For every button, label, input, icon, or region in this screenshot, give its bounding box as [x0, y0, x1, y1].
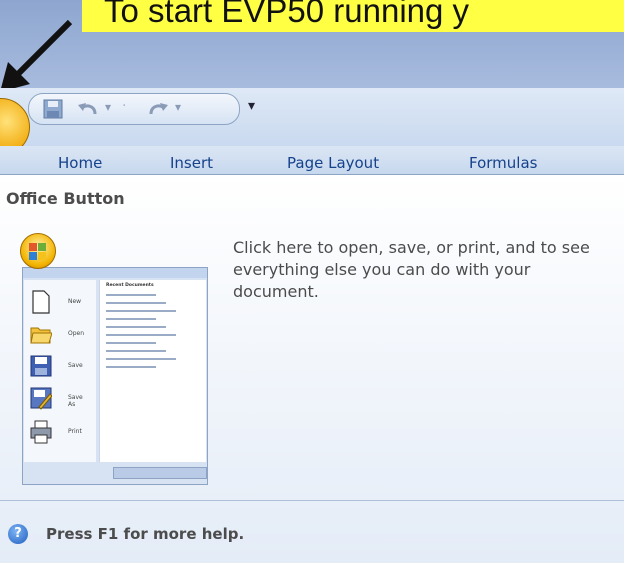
save-icon[interactable]: [43, 99, 63, 119]
preview-menu-label: Save: [68, 362, 83, 369]
preview-recent-item: [106, 342, 156, 344]
redo-dropdown-icon[interactable]: ▾: [175, 100, 181, 114]
tooltip-divider: [0, 500, 624, 501]
preview-recent-item: [106, 326, 166, 328]
tab-home[interactable]: Home: [58, 154, 102, 172]
tooltip-preview-image: New Open Save Save As Print Recent Docum…: [22, 267, 208, 485]
tab-formulas[interactable]: Formulas: [469, 154, 537, 172]
print-icon: [30, 420, 52, 444]
save-as-icon: [30, 387, 52, 410]
undo-icon[interactable]: [77, 100, 99, 118]
preview-menu-label: Save As: [68, 394, 83, 408]
office-logo-icon: [20, 233, 56, 269]
preview-menu-label: New: [68, 298, 82, 305]
undo-dropdown-icon[interactable]: ▾: [105, 100, 111, 114]
preview-recent-header: Recent Documents: [106, 283, 154, 288]
help-icon: ?: [8, 524, 28, 544]
banner-text: To start EVP50 running y: [104, 0, 470, 29]
open-folder-icon: [30, 327, 52, 344]
preview-recent-item: [106, 302, 166, 304]
tab-insert[interactable]: Insert: [170, 154, 213, 172]
tab-page-layout[interactable]: Page Layout: [287, 154, 379, 172]
preview-recent-item: [106, 366, 156, 368]
preview-recent-item: [106, 318, 156, 320]
preview-menu-column: New Open Save Save As Print: [24, 280, 96, 462]
preview-menu-item: Print: [30, 420, 90, 448]
preview-menu-item: Save As: [30, 386, 90, 414]
quick-access-group: ▾ · ▾: [28, 93, 240, 125]
tooltip-description: Click here to open, save, or print, and …: [233, 238, 590, 301]
preview-menu-label: Print: [68, 428, 82, 435]
preview-recent-item: [106, 358, 176, 360]
customize-toolbar-icon[interactable]: ▾: [248, 98, 255, 114]
preview-bottom-buttons: [113, 467, 207, 479]
tooltip-title: Office Button: [6, 189, 125, 208]
office-button-tooltip: Office Button New Open Save Save As Prin…: [0, 174, 624, 563]
save-disk-icon: [30, 355, 52, 377]
preview-menu-item: New: [30, 290, 90, 318]
preview-menu-item: Save: [30, 354, 90, 382]
quick-access-toolbar: ▾ · ▾ ▾: [0, 88, 624, 146]
preview-recent-item: [106, 350, 166, 352]
preview-recent-item: [106, 334, 176, 336]
slide-banner: To start EVP50 running y: [82, 0, 624, 32]
preview-recent-documents: Recent Documents: [99, 280, 206, 462]
ribbon-tabs: Home Insert Page Layout Formulas: [0, 146, 624, 174]
preview-title-bar: [23, 268, 207, 278]
help-text: Press F1 for more help.: [46, 525, 245, 543]
new-document-icon: [32, 290, 50, 314]
preview-recent-item: [106, 294, 156, 296]
preview-menu-label: Open: [68, 330, 85, 337]
preview-recent-item: [106, 310, 176, 312]
preview-menu-item: Open: [30, 322, 90, 350]
redo-icon[interactable]: [147, 100, 169, 118]
separator-icon: ·: [122, 98, 127, 114]
pointer-arrow-icon: [0, 19, 73, 92]
